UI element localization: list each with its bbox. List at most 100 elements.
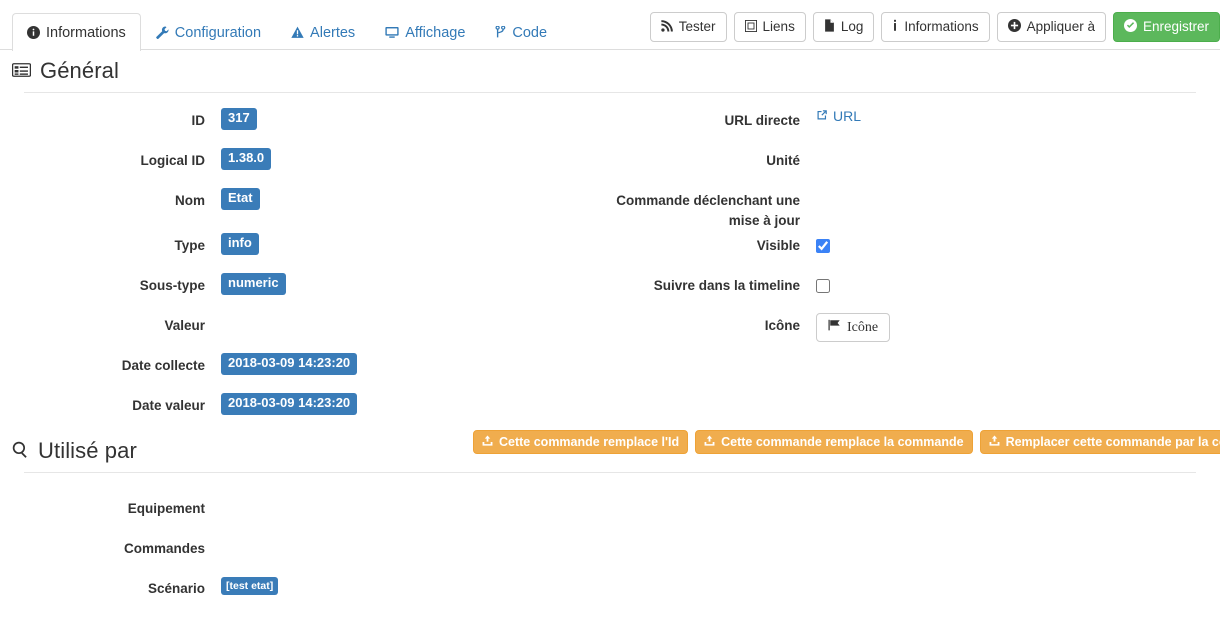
general-title-text: Général — [40, 58, 119, 83]
id-value-cell: 317 — [205, 105, 610, 130]
search-icon — [12, 438, 29, 464]
scenario-badge[interactable]: [test etat] — [221, 577, 279, 596]
equipement-value-cell — [205, 493, 610, 517]
nom-badge: Etat — [221, 188, 260, 210]
form-col-left: Sous-type numeric — [0, 270, 610, 296]
valeur-label: Valeur — [164, 318, 205, 334]
scenario-value-cell: [test etat] — [205, 573, 610, 597]
form-col-left: Commandes — [0, 533, 610, 559]
remplacer-par-commande-button[interactable]: Remplacer cette commande par la commande — [979, 430, 1220, 455]
icone-value-cell: Icône — [800, 310, 1220, 343]
form-col-right: Visible — [610, 230, 1220, 256]
tester-button[interactable]: Tester — [649, 12, 727, 42]
form-row: Sous-type numeric Suivre dans la timelin… — [0, 270, 1220, 310]
logical-id-badge: 1.38.0 — [221, 148, 272, 170]
list-alt-icon — [11, 58, 32, 84]
tab-bar: Informations Configuration Alertes Affic… — [0, 0, 1220, 51]
usedby-form: Equipement Commandes Scénario [test etat… — [0, 473, 1220, 613]
form-col-right: URL directe URL — [610, 105, 1220, 131]
enregistrer-button[interactable]: Enregistrer — [1112, 12, 1220, 42]
usedby-title-row: Utilisé par Cette commande remplace l'Id… — [0, 430, 1220, 468]
upload-icon — [989, 435, 1000, 449]
toolbar-buttons: Tester Liens Log Informations Appliquer — [649, 12, 1220, 42]
form-col-left: Type info — [0, 230, 610, 256]
sitemap-icon — [744, 19, 757, 35]
info-icon — [892, 19, 898, 35]
remplace-commande-button[interactable]: Cette commande remplace la commande — [695, 430, 973, 455]
url-directe-link-label: URL — [833, 108, 862, 124]
usedby-title-text: Utilisé par — [38, 438, 137, 464]
usedby-section: Utilisé par Cette commande remplace l'Id… — [0, 430, 1220, 613]
icone-label: Icône — [764, 318, 800, 334]
form-row: Logical ID 1.38.0 Unité — [0, 145, 1220, 185]
form-row: Type info Visible — [0, 230, 1220, 270]
tab-code[interactable]: Code — [480, 13, 562, 51]
log-button[interactable]: Log — [812, 12, 875, 42]
icone-button[interactable]: Icône — [816, 313, 891, 343]
file-icon — [824, 19, 835, 35]
tab-informations[interactable]: Informations — [12, 12, 141, 51]
tab-configuration[interactable]: Configuration — [141, 13, 276, 51]
visible-checkbox[interactable] — [816, 239, 830, 254]
commande-declenchante-value-cell — [800, 185, 1220, 209]
url-directe-value-cell: URL — [800, 105, 1220, 129]
timeline-label: Suivre dans la timeline — [653, 278, 800, 294]
timeline-checkbox[interactable] — [816, 279, 830, 294]
form-col-left: Date collecte 2018-03-09 14:23:20 — [0, 350, 610, 376]
form-col-right: Suivre dans la timeline — [610, 270, 1220, 296]
commandes-label: Commandes — [123, 541, 205, 557]
form-row: Equipement — [0, 493, 1220, 533]
icone-button-label: Icône — [847, 319, 879, 335]
rss-icon — [661, 19, 673, 35]
commandes-value-cell — [205, 533, 610, 557]
tab-alertes[interactable]: Alertes — [276, 13, 370, 51]
informations-button[interactable]: Informations — [881, 12, 990, 42]
form-row: Date valeur 2018-03-09 14:23:20 — [0, 390, 1220, 430]
tab-affichage[interactable]: Affichage — [370, 13, 480, 51]
commande-declenchante-label: Commande déclenchant une mise à jour — [616, 193, 800, 228]
form-row: Date collecte 2018-03-09 14:23:20 — [0, 350, 1220, 390]
type-value-cell: info — [205, 230, 610, 256]
nom-label: Nom — [175, 193, 205, 208]
remplacer-par-commande-button-label: Remplacer cette commande par la commande — [1005, 434, 1220, 449]
appliquer-a-button[interactable]: Appliquer à — [996, 12, 1106, 42]
date-valeur-label: Date valeur — [132, 398, 205, 414]
remplace-id-button[interactable]: Cette commande remplace l'Id — [473, 430, 689, 455]
date-valeur-value-cell: 2018-03-09 14:23:20 — [205, 390, 610, 416]
date-collecte-label: Date collecte — [121, 358, 205, 374]
log-button-label: Log — [840, 19, 864, 35]
upload-icon — [482, 435, 493, 449]
general-form: ID 317 URL directe URL Logical ID 1.38.0 — [0, 93, 1220, 430]
unite-value-cell — [800, 145, 1220, 169]
form-col-left: Valeur — [0, 310, 610, 336]
check-circle-icon — [1123, 19, 1137, 35]
liens-button-label: Liens — [762, 19, 795, 35]
form-col-left: Nom Etat — [0, 185, 610, 211]
visible-value-cell — [800, 230, 1220, 256]
url-directe-link[interactable]: URL — [816, 108, 861, 124]
form-row: Nom Etat Commande déclenchant une mise à… — [0, 185, 1220, 230]
form-row: ID 317 URL directe URL — [0, 105, 1220, 145]
upload-icon — [704, 435, 715, 449]
remplace-commande-button-label: Cette commande remplace la commande — [721, 434, 964, 449]
id-badge: 317 — [221, 108, 257, 130]
sous-type-value-cell: numeric — [205, 270, 610, 296]
form-col-left: Equipement — [0, 493, 610, 519]
form-row: Commandes — [0, 533, 1220, 573]
form-col-left: ID 317 — [0, 105, 610, 131]
enregistrer-button-label: Enregistrer — [1142, 19, 1209, 35]
informations-button-label: Informations — [904, 19, 979, 35]
date-collecte-badge: 2018-03-09 14:23:20 — [221, 353, 358, 376]
remplace-id-button-label: Cette commande remplace l'Id — [499, 434, 680, 449]
general-section-title: Général — [0, 50, 1220, 88]
timeline-value-cell — [800, 270, 1220, 296]
nom-value-cell: Etat — [205, 185, 610, 210]
date-valeur-badge: 2018-03-09 14:23:20 — [221, 393, 358, 416]
appliquer-a-button-label: Appliquer à — [1026, 19, 1095, 35]
logical-id-label: Logical ID — [140, 153, 205, 168]
liens-button[interactable]: Liens — [733, 12, 806, 42]
external-link-icon — [816, 108, 828, 124]
form-col-left: Logical ID 1.38.0 — [0, 145, 610, 171]
tester-button-label: Tester — [678, 19, 716, 35]
tab-alertes-label: Alertes — [310, 24, 356, 41]
